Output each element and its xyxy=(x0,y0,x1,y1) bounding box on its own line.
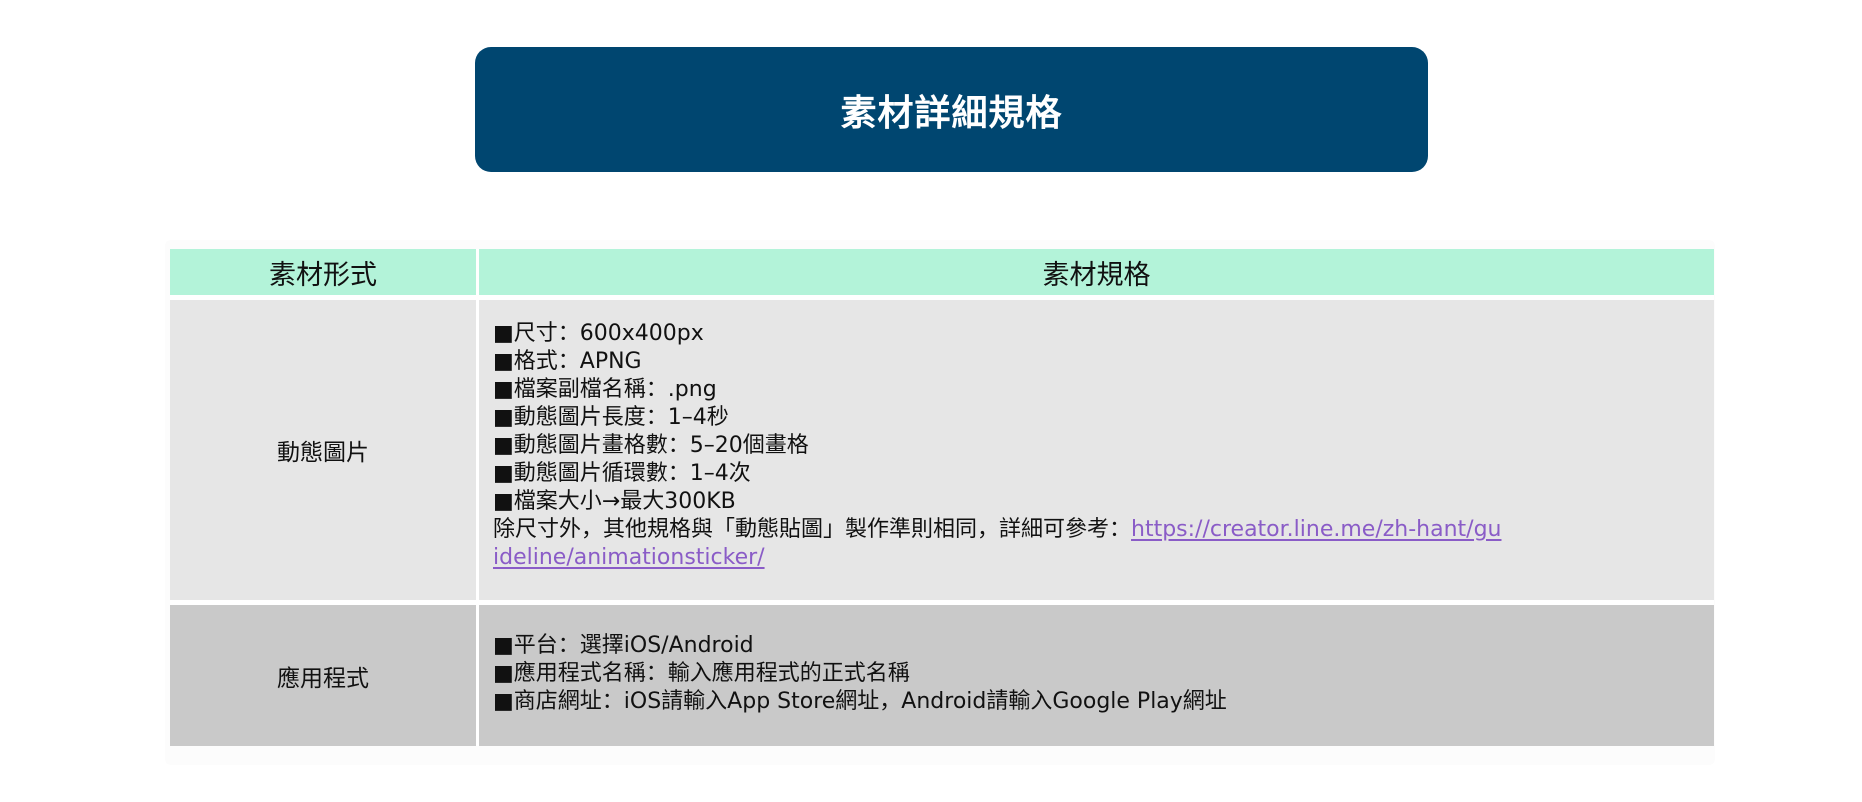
spec-line: ■尺寸：600x400px xyxy=(493,321,704,346)
table-row: 動態圖片 ■尺寸：600x400px ■格式：APNG ■檔案副檔名稱：.png… xyxy=(170,300,1714,605)
spec-line: ■商店網址：iOS請輸入App Store網址，Android請輸入Google… xyxy=(493,689,1227,714)
specs-list: ■平台：選擇iOS/Android ■應用程式名稱：輸入應用程式的正式名稱 ■商… xyxy=(479,605,1714,716)
format-cell: 動態圖片 xyxy=(170,300,479,600)
page-title: 素材詳細規格 xyxy=(840,92,1063,134)
specs-list: ■尺寸：600x400px ■格式：APNG ■檔案副檔名稱：.png ■動態圖… xyxy=(479,300,1714,572)
specs-cell: ■平台：選擇iOS/Android ■應用程式名稱：輸入應用程式的正式名稱 ■商… xyxy=(479,605,1714,746)
header-cell-specs: 素材規格 xyxy=(479,249,1714,295)
spec-line: ■平台：選擇iOS/Android xyxy=(493,633,754,658)
format-cell: 應用程式 xyxy=(170,605,479,746)
spec-note-text: 除尺寸外，其他規格與「動態貼圖」製作準則相同，詳細可參考： xyxy=(493,517,1132,542)
spec-line: ■檔案大小→最大300KB xyxy=(493,489,736,514)
spec-note: 除尺寸外，其他規格與「動態貼圖」製作準則相同，詳細可參考：https://cre… xyxy=(493,516,1503,572)
spec-line: ■動態圖片循環數：1–4次 xyxy=(493,461,751,486)
spec-line: ■檔案副檔名稱：.png xyxy=(493,377,717,402)
table-row: 應用程式 ■平台：選擇iOS/Android ■應用程式名稱：輸入應用程式的正式… xyxy=(170,605,1714,746)
spec-line: ■動態圖片畫格數：5–20個畫格 xyxy=(493,433,809,458)
spec-line: ■應用程式名稱：輸入應用程式的正式名稱 xyxy=(493,661,910,686)
specs-cell: ■尺寸：600x400px ■格式：APNG ■檔案副檔名稱：.png ■動態圖… xyxy=(479,300,1714,600)
spec-line: ■格式：APNG xyxy=(493,349,642,374)
spec-line: ■動態圖片長度：1–4秒 xyxy=(493,405,729,430)
table-header-row: 素材形式 素材規格 xyxy=(170,249,1714,300)
header-cell-format: 素材形式 xyxy=(170,249,479,295)
title-banner: 素材詳細規格 xyxy=(475,47,1428,172)
format-label: 動態圖片 xyxy=(277,440,369,466)
spec-table: 素材形式 素材規格 動態圖片 ■尺寸：600x400px ■格式：APNG ■檔… xyxy=(170,249,1714,746)
format-label: 應用程式 xyxy=(277,665,369,692)
